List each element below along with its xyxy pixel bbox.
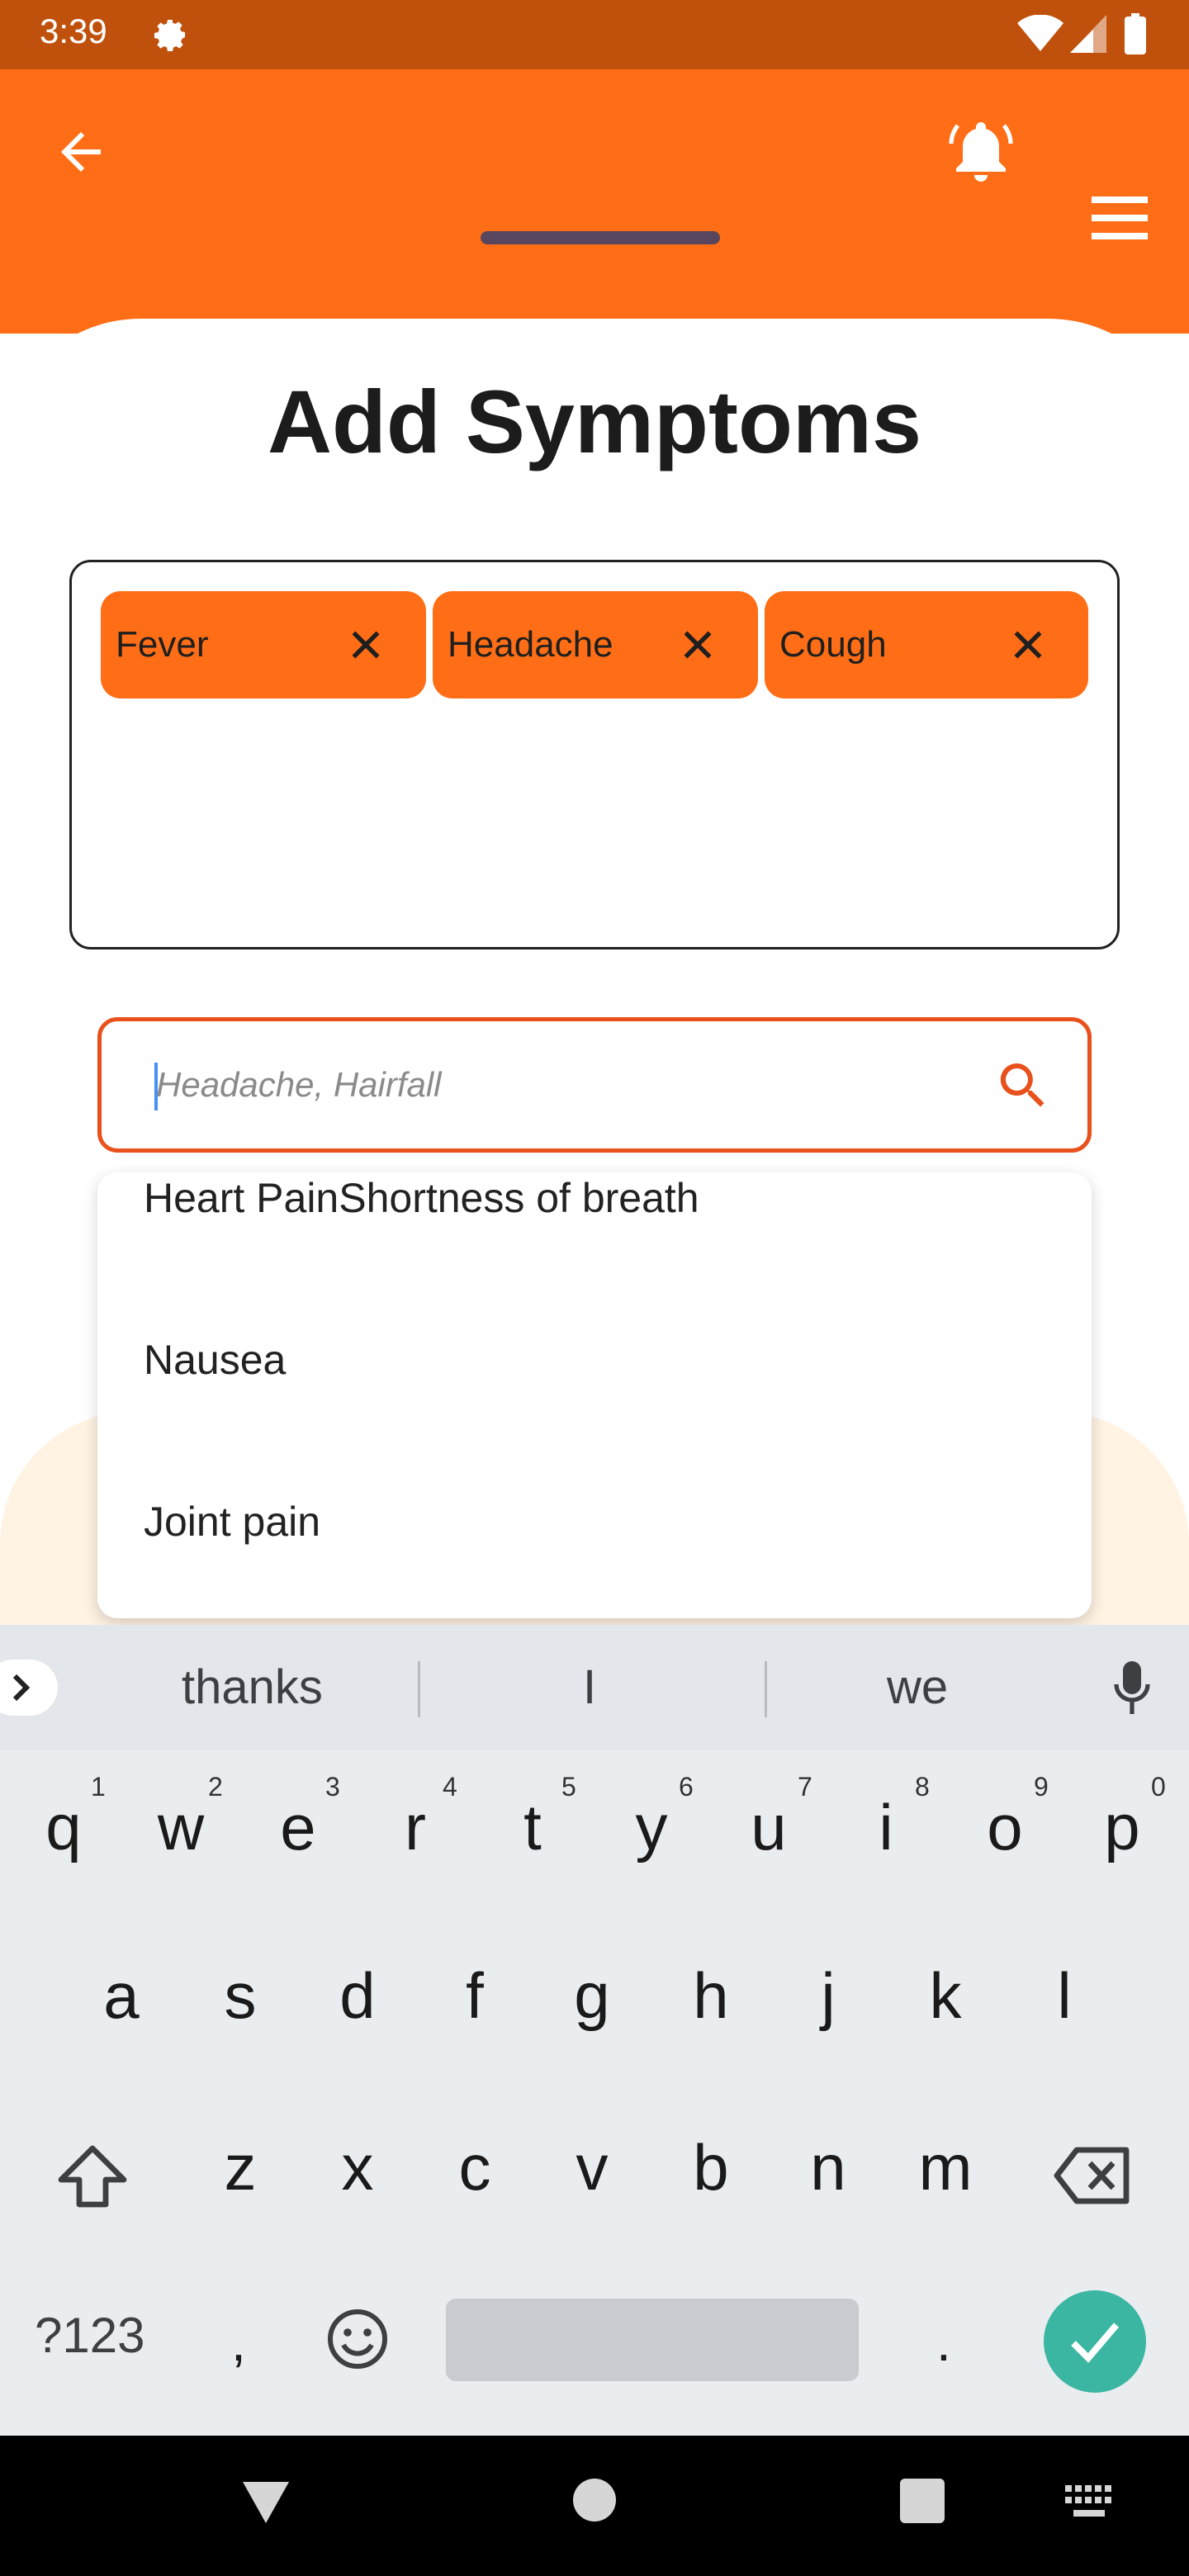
settings-gear-icon: [150, 15, 190, 54]
key-d[interactable]: d: [312, 1958, 403, 2034]
system-navigation-bar: [0, 2436, 1189, 2576]
header-decoration: [481, 231, 720, 244]
chip-fever: Fever: [101, 591, 426, 698]
key-a[interactable]: a: [76, 1958, 167, 2034]
suggestion-divider: [765, 1661, 767, 1717]
enter-key[interactable]: [1044, 2290, 1146, 2393]
key-hint-number: 2: [208, 1772, 223, 1802]
chip-label: Headache: [448, 624, 613, 665]
wifi-icon: [1017, 15, 1063, 53]
microphone-icon[interactable]: [1111, 1658, 1153, 1717]
key-hint-number: 0: [1151, 1772, 1166, 1802]
nav-home-icon[interactable]: [571, 2477, 618, 2523]
comma-key[interactable]: ,: [231, 2312, 246, 2373]
chip-cough: Cough: [765, 591, 1088, 698]
space-key[interactable]: [446, 2299, 859, 2381]
key-f[interactable]: f: [429, 1958, 520, 2034]
keyboard-suggestion[interactable]: I: [583, 1625, 596, 1750]
chip-label: Cough: [779, 624, 887, 665]
key-z[interactable]: z: [195, 2130, 286, 2205]
status-time: 3:39: [40, 12, 107, 50]
key-s[interactable]: s: [195, 1958, 286, 2034]
key-b[interactable]: b: [666, 2130, 756, 2205]
chip-label: Fever: [116, 624, 209, 665]
battery-icon: [1125, 13, 1146, 54]
status-bar: 3:39: [0, 0, 1189, 69]
key-hint-number: 5: [561, 1772, 576, 1802]
remove-chip-icon[interactable]: [677, 624, 718, 665]
key-hint-number: 3: [325, 1772, 340, 1802]
backspace-icon[interactable]: [1054, 2145, 1133, 2206]
search-placeholder: Headache, Hairfall: [156, 1065, 442, 1104]
keyboard-row-2: a s d f g h j k l: [0, 1958, 1189, 2049]
key-k[interactable]: k: [900, 1958, 991, 2034]
symbols-key[interactable]: ?123: [35, 2307, 144, 2364]
key-h[interactable]: h: [666, 1958, 756, 2034]
menu-icon[interactable]: [1092, 197, 1148, 239]
remove-chip-icon[interactable]: [1007, 624, 1049, 665]
nav-recents-icon[interactable]: [900, 2479, 945, 2523]
expand-toolbar-icon[interactable]: [0, 1660, 58, 1716]
key-v[interactable]: v: [547, 2130, 637, 2205]
suggestion-item[interactable]: Nausea: [144, 1336, 286, 1384]
page-title: Add Symptoms: [267, 372, 922, 471]
notification-bell-icon[interactable]: [948, 116, 1014, 185]
app-bar: [0, 69, 1189, 334]
key-hint-number: 1: [91, 1772, 106, 1802]
chip-headache: Headache: [433, 591, 758, 698]
keyboard-suggestion-strip: thanks I we: [0, 1625, 1189, 1750]
search-icon[interactable]: [993, 1056, 1053, 1115]
suggestion-item[interactable]: Heart PainShortness of breath: [144, 1174, 699, 1222]
key-c[interactable]: c: [429, 2130, 520, 2205]
cellular-signal-icon: [1070, 15, 1106, 53]
suggestions-dropdown: Heart PainShortness of breath Nausea Joi…: [97, 1172, 1092, 1618]
suggestion-divider: [418, 1661, 420, 1717]
keyboard-suggestion[interactable]: thanks: [182, 1625, 323, 1750]
back-arrow-icon[interactable]: [51, 122, 111, 182]
symptom-search-input[interactable]: Headache, Hairfall: [97, 1017, 1092, 1153]
keyboard-switch-icon[interactable]: [1065, 2485, 1113, 2520]
key-j[interactable]: j: [783, 1958, 874, 2034]
key-g[interactable]: g: [547, 1958, 637, 2034]
key-hint-number: 7: [798, 1772, 812, 1802]
key-hint-number: 6: [679, 1772, 694, 1802]
emoji-icon[interactable]: [325, 2307, 390, 2371]
key-m[interactable]: m: [900, 2130, 991, 2205]
key-l[interactable]: l: [1019, 1958, 1110, 2034]
checkmark-icon: [1068, 2318, 1121, 2365]
remove-chip-icon[interactable]: [345, 624, 386, 665]
keyboard-suggestion[interactable]: we: [887, 1625, 948, 1750]
keyboard-row-1: q w e r t y u i o p: [0, 1790, 1189, 1881]
key-hint-number: 8: [915, 1772, 930, 1802]
keyboard-row-3: z x c v b n m: [0, 2130, 1189, 2221]
key-n[interactable]: n: [783, 2130, 874, 2205]
nav-back-icon[interactable]: [239, 2479, 292, 2526]
key-hint-number: 9: [1034, 1772, 1049, 1802]
suggestion-item[interactable]: Joint pain: [144, 1498, 320, 1546]
key-hint-number: 4: [443, 1772, 457, 1802]
key-x[interactable]: x: [312, 2130, 403, 2205]
period-key[interactable]: .: [936, 2312, 951, 2373]
